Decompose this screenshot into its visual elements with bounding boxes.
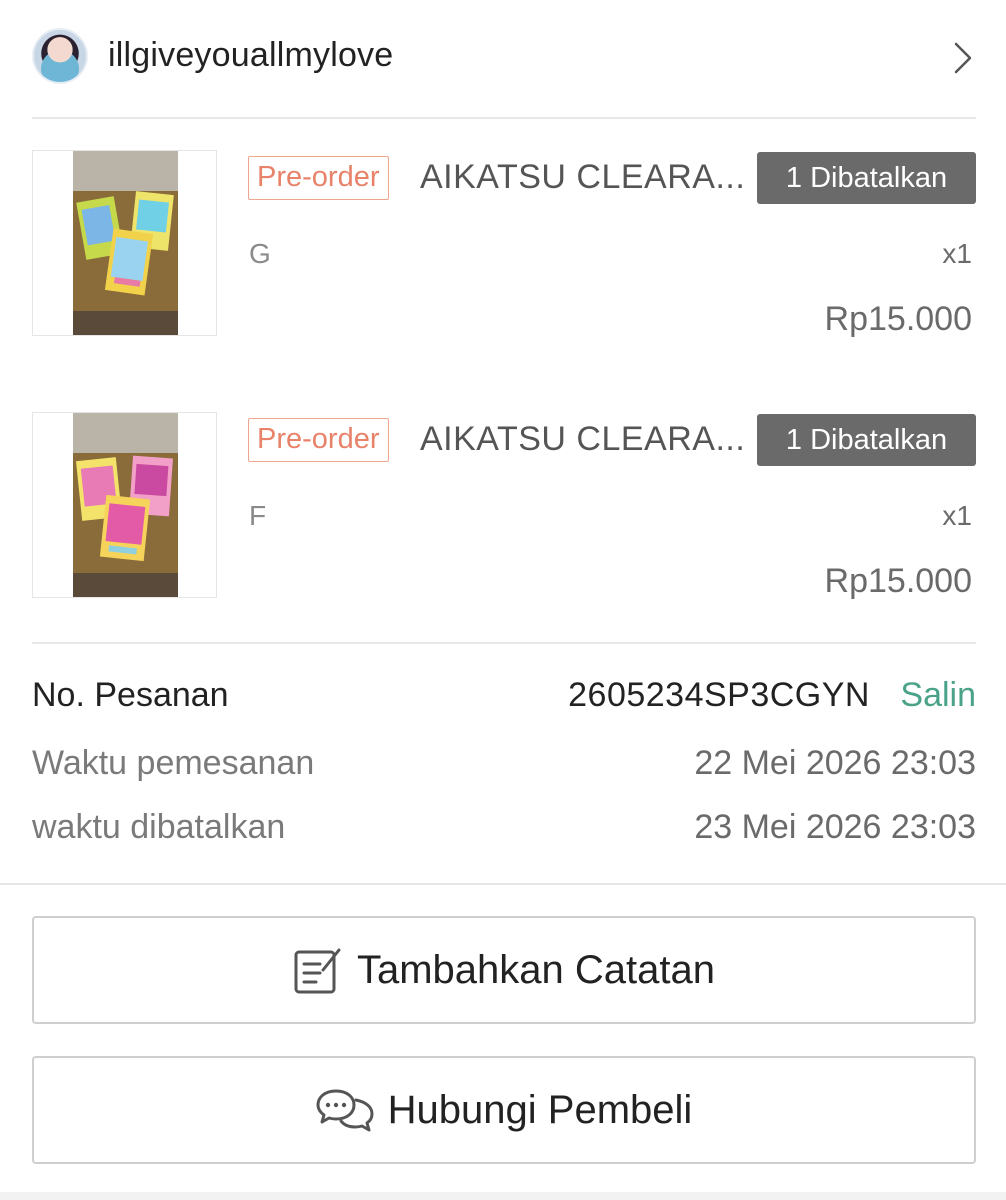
product-quantity: x1 (942, 238, 972, 269)
product-name: AIKATSU CLEARA... (420, 158, 746, 196)
add-note-button[interactable]: Tambahkan Catatan (32, 916, 976, 1024)
order-item[interactable]: Pre-order AIKATSU CLEARA... 1 Dibatalkan… (0, 412, 1006, 602)
buyer-username: illgiveyouallmylove (108, 36, 394, 74)
divider (32, 642, 976, 644)
order-time-row: Waktu pemesanan 22 Mei 2026 23:03 (32, 744, 976, 788)
order-item[interactable]: Pre-order AIKATSU CLEARA... 1 Dibatalkan… (0, 150, 1006, 340)
cancel-time-label: waktu dibatalkan (32, 808, 286, 846)
order-time-value: 22 Mei 2026 23:03 (694, 744, 976, 782)
product-quantity: x1 (942, 500, 972, 531)
preorder-tag: Pre-order (248, 156, 389, 200)
status-badge: 1 Dibatalkan (757, 152, 976, 204)
product-variant: F (249, 500, 267, 531)
divider (0, 883, 1006, 885)
order-number-value: 2605234SP3CGYN (568, 676, 870, 714)
product-price: Rp15.000 (824, 300, 972, 338)
cancel-time-value: 23 Mei 2026 23:03 (694, 808, 976, 846)
product-price: Rp15.000 (824, 562, 972, 600)
status-badge: 1 Dibatalkan (757, 414, 976, 466)
contact-buyer-button[interactable]: Hubungi Pembeli (32, 1056, 976, 1164)
preorder-tag: Pre-order (248, 418, 389, 462)
product-thumbnail[interactable] (32, 412, 217, 598)
product-name: AIKATSU CLEARA... (420, 420, 746, 458)
chat-icon (316, 1089, 374, 1132)
order-number-row: No. Pesanan 2605234SP3CGYN Salin (32, 676, 976, 720)
product-variant: G (249, 238, 271, 269)
avatar (32, 28, 88, 84)
note-edit-icon (294, 948, 341, 994)
add-note-label: Tambahkan Catatan (356, 947, 715, 992)
buyer-header[interactable]: illgiveyouallmylove (0, 0, 1006, 118)
divider (32, 117, 976, 119)
chevron-right-icon[interactable] (950, 40, 976, 76)
order-number-label: No. Pesanan (32, 676, 229, 714)
copy-button[interactable]: Salin (900, 676, 976, 715)
contact-buyer-label: Hubungi Pembeli (387, 1087, 693, 1132)
product-thumbnail[interactable] (32, 150, 217, 336)
cancel-time-row: waktu dibatalkan 23 Mei 2026 23:03 (32, 808, 976, 852)
order-time-label: Waktu pemesanan (32, 744, 315, 782)
bottom-edge (0, 1192, 1006, 1200)
